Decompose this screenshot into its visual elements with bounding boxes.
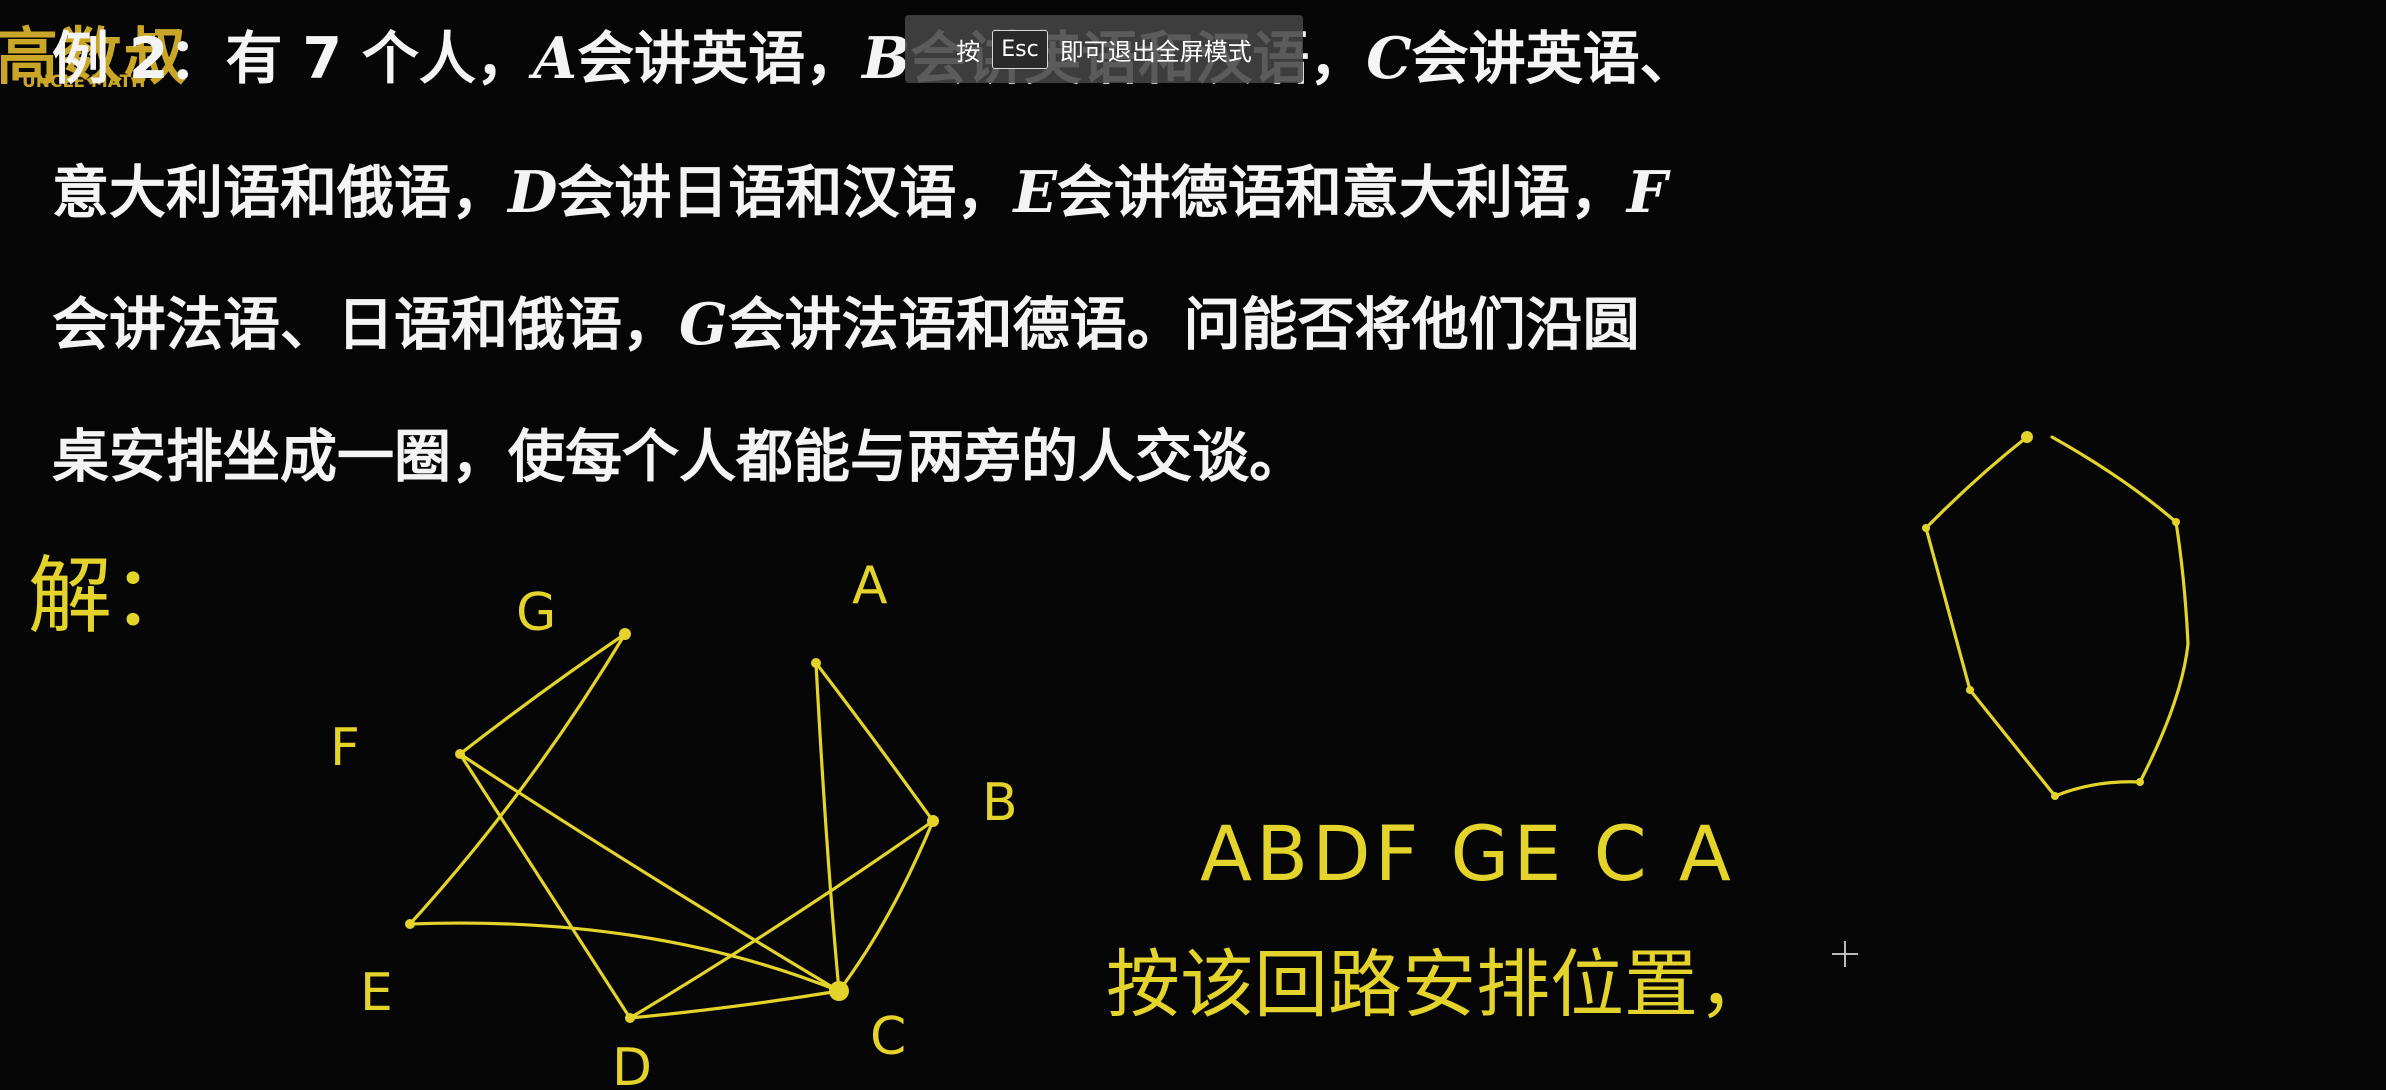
- cycle-sequence: ABDF GE C A: [1200, 809, 1735, 898]
- edge-a-c: [814, 661, 841, 993]
- handwritten-solution: 解： A B C D E F G ABDF GE C A 按该回路安排位置，: [28, 431, 2190, 1090]
- fullscreen-exit-banner: 按 Esc 即可退出全屏模式: [905, 15, 1303, 83]
- edge-a-b: [814, 661, 935, 823]
- vertex-d: [625, 1013, 635, 1023]
- vertex-e: [405, 919, 415, 929]
- esc-key-badge: Esc: [992, 29, 1048, 69]
- banner-hint-text: 即可退出全屏模式: [1059, 37, 1252, 66]
- vertex-label-b: B: [982, 773, 1018, 833]
- vertex-c: [829, 981, 849, 1001]
- vertex-g: [619, 628, 631, 640]
- vertex-label-a: A: [852, 556, 888, 616]
- vertex-label-d: D: [612, 1038, 652, 1090]
- banner-press-text: 按: [956, 37, 981, 66]
- conclusion-text: 按该回路安排位置，: [1106, 942, 1772, 1028]
- edge-d-c: [628, 989, 841, 1020]
- vertex-labels: A B C D E F G: [330, 556, 1018, 1090]
- vertex-f: [455, 749, 465, 759]
- seat-6: [2136, 778, 2144, 786]
- video-frame: 高数叔 UNCLE MATH 例 2：有 7 个人，A会讲英语，B会讲英语和汉语…: [0, 0, 2386, 1090]
- edge-b-d: [628, 819, 935, 1020]
- seat-3: [1922, 524, 1930, 532]
- vertex-label-g: G: [516, 583, 556, 643]
- edge-e-g: [408, 632, 627, 926]
- vertex-label-c: C: [870, 1007, 906, 1067]
- seat-5: [2051, 792, 2059, 800]
- vertex-a: [811, 658, 821, 668]
- edge-f-d: [458, 752, 632, 1020]
- graph-edges: [408, 632, 935, 1020]
- vertex-b: [927, 815, 939, 827]
- seat-2: [2172, 518, 2180, 526]
- cursor-icon: [1832, 941, 1858, 967]
- seat-4: [1966, 686, 1974, 694]
- seating-circle-outline: [1924, 435, 2190, 798]
- solution-label: 解：: [28, 547, 196, 645]
- seat-1: [2021, 431, 2033, 443]
- edge-c-f: [458, 752, 841, 993]
- vertex-label-e: E: [360, 963, 393, 1023]
- edge-b-c: [837, 819, 935, 993]
- vertex-label-f: F: [330, 718, 360, 778]
- edge-f-g: [458, 632, 627, 756]
- edge-c-e: [408, 921, 841, 993]
- seating-circle-sketch: [1922, 431, 2190, 800]
